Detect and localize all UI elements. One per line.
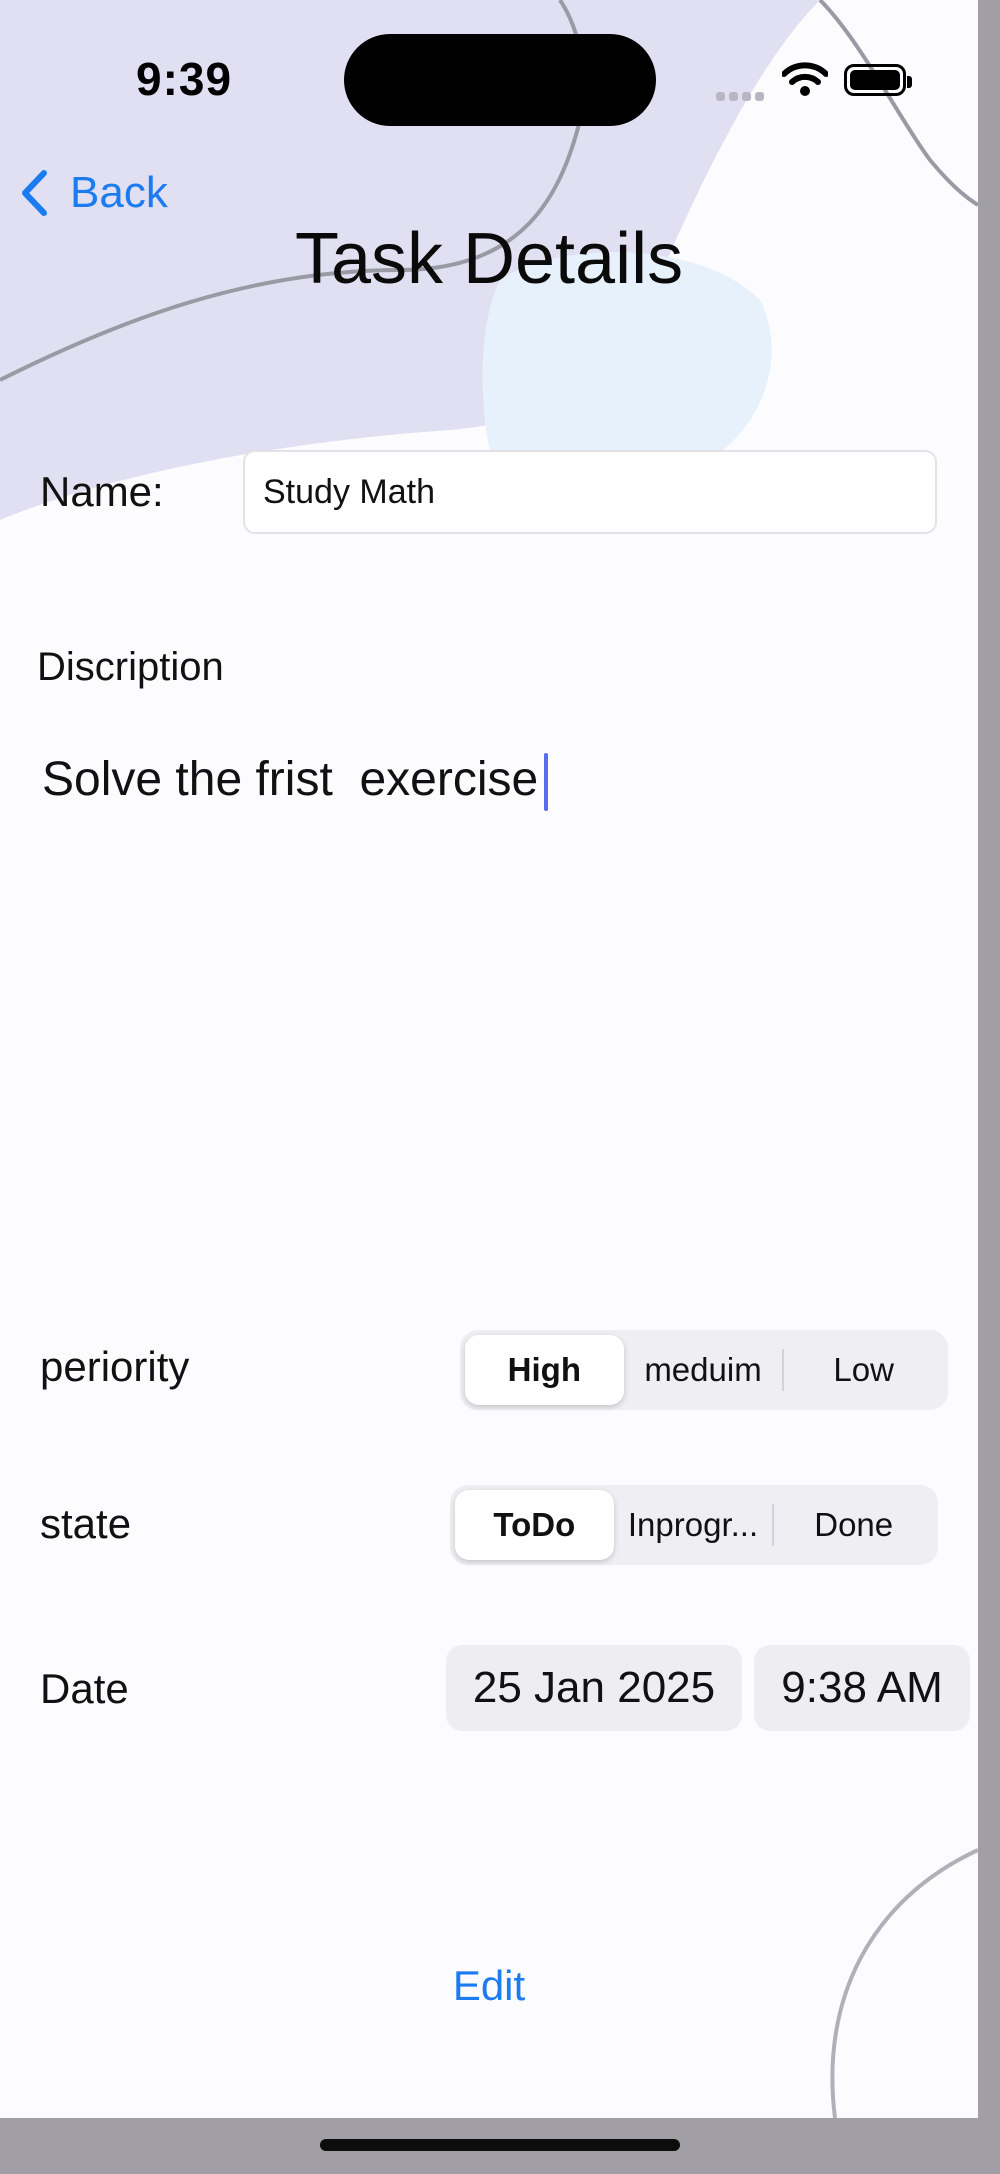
description-label: Discription xyxy=(37,645,224,689)
time-picker-button[interactable]: 9:38 AM xyxy=(754,1645,970,1731)
state-option-inprogress[interactable]: Inprogr... xyxy=(614,1490,773,1560)
app-screen: 9:39 Back Task Details Name: Study Math … xyxy=(0,0,978,2118)
date-label: Date xyxy=(40,1665,129,1712)
battery-icon xyxy=(844,64,912,96)
date-picker-button[interactable]: 25 Jan 2025 xyxy=(446,1645,742,1731)
status-bar-time: 9:39 xyxy=(136,53,233,105)
state-segmented-control[interactable]: ToDo Inprogr... Done xyxy=(450,1485,938,1565)
cellular-signal-icon xyxy=(716,88,768,106)
description-textarea[interactable]: Solve the frist exercise xyxy=(42,752,549,812)
dynamic-island xyxy=(344,34,656,126)
priority-option-low[interactable]: Low xyxy=(784,1335,943,1405)
description-text: Solve the frist exercise xyxy=(42,753,539,806)
back-label: Back xyxy=(70,168,168,217)
background-decoration xyxy=(0,0,978,2118)
priority-label: periority xyxy=(40,1343,190,1390)
state-option-todo[interactable]: ToDo xyxy=(455,1490,614,1560)
chevron-left-icon xyxy=(22,170,47,216)
priority-option-high[interactable]: High xyxy=(465,1335,624,1405)
state-label: state xyxy=(40,1500,132,1547)
page-title: Task Details xyxy=(294,219,684,299)
home-indicator xyxy=(320,2139,680,2151)
state-option-done[interactable]: Done xyxy=(774,1490,933,1560)
priority-segmented-control[interactable]: High meduim Low xyxy=(460,1330,948,1410)
edit-button[interactable]: Edit xyxy=(0,1962,978,2010)
priority-option-medium[interactable]: meduim xyxy=(624,1335,783,1405)
wifi-icon xyxy=(782,62,828,96)
name-field[interactable]: Study Math xyxy=(243,450,937,534)
text-cursor xyxy=(544,753,549,812)
name-label: Name: xyxy=(40,468,164,515)
back-button[interactable]: Back xyxy=(20,168,168,218)
